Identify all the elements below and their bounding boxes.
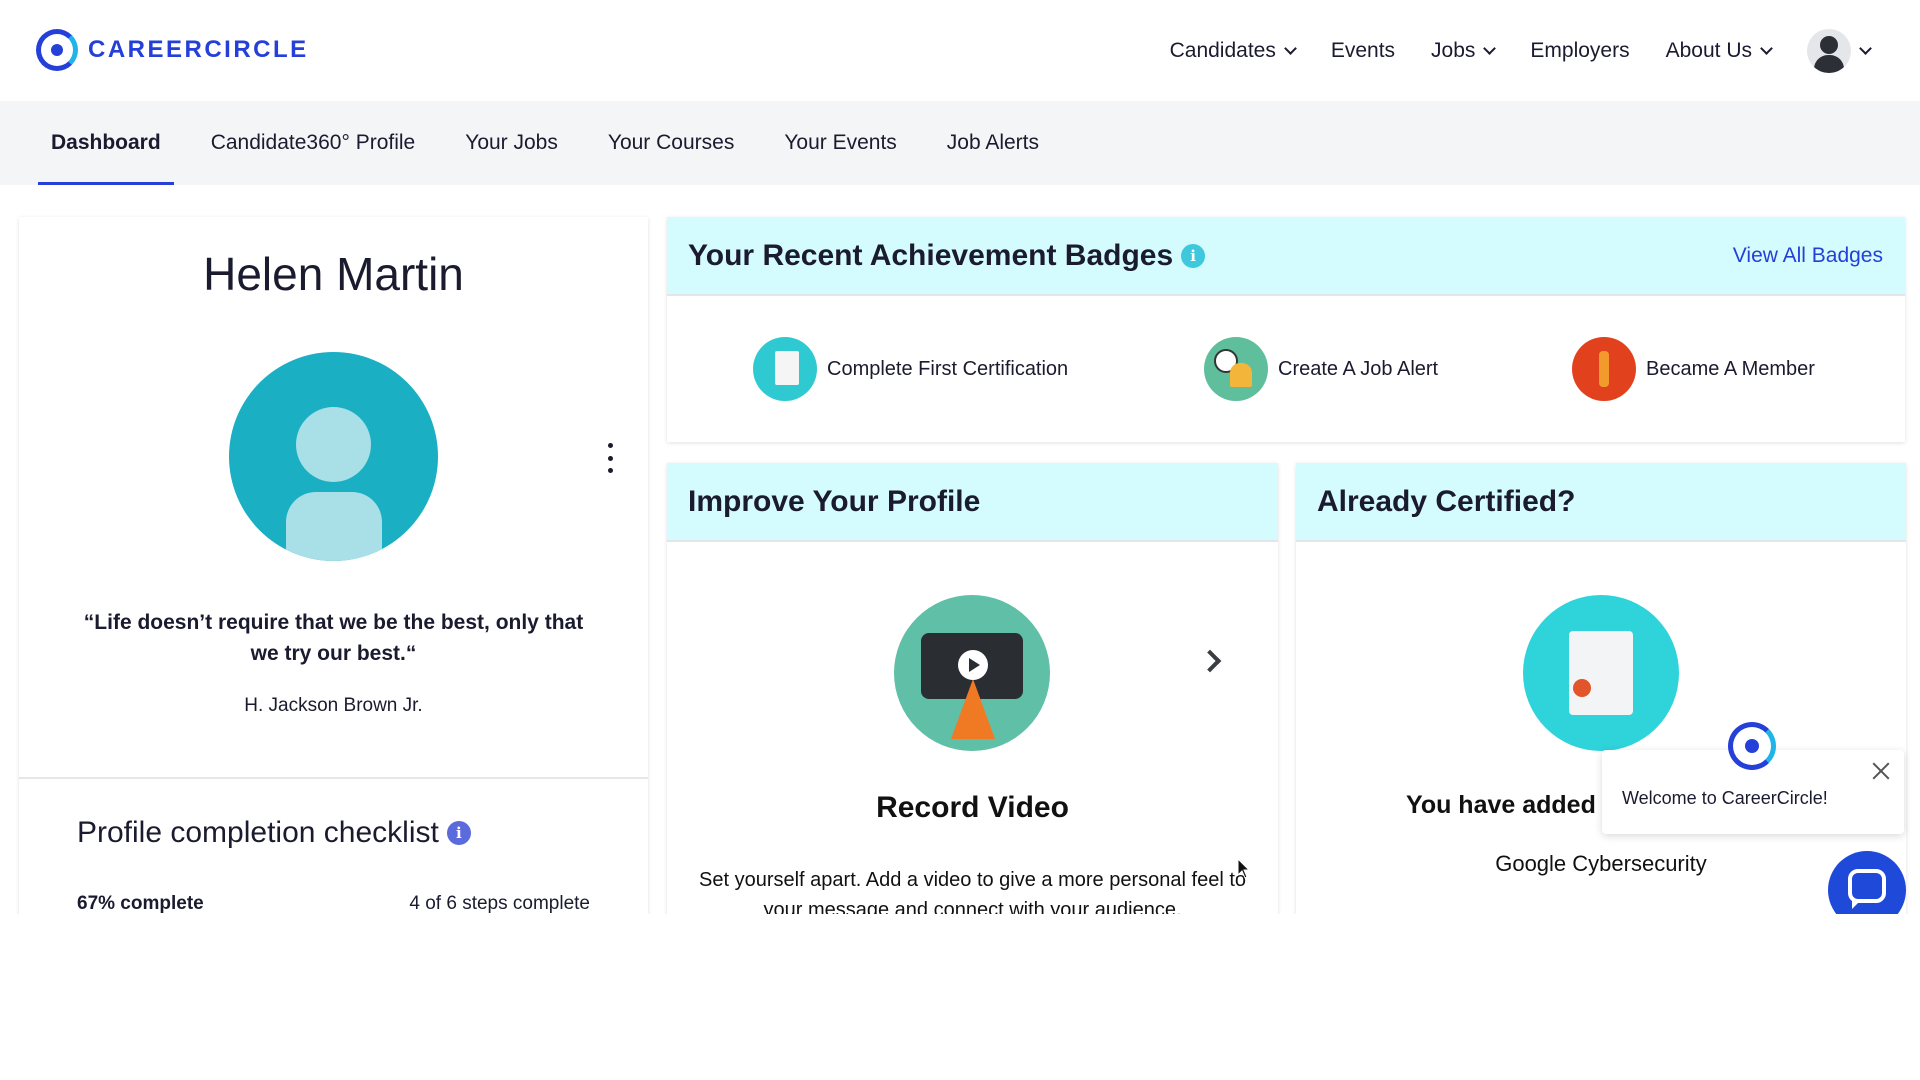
badges-card-header: Your Recent Achievement Badges i View Al…: [667, 217, 1905, 296]
nav-jobs-label: Jobs: [1431, 38, 1476, 62]
trophy-icon: [1572, 337, 1636, 401]
checklist-title-text: Profile completion checklist: [77, 816, 439, 849]
avatar-head-shape: [296, 407, 371, 482]
info-icon[interactable]: i: [1181, 243, 1206, 268]
certified-text: You have added: [1406, 791, 1596, 819]
badge-label: Create A Job Alert: [1278, 357, 1439, 380]
already-certified-card: Already Certified? You have added Google…: [1296, 463, 1906, 914]
view-all-badges-link[interactable]: View All Badges: [1733, 244, 1883, 268]
record-video-description: Set yourself apart. Add a video to give …: [699, 869, 1246, 914]
progress-steps-label: 4 of 6 steps complete: [409, 893, 590, 914]
brand-name: CAREERCIRCLE: [88, 36, 309, 63]
certificate-scroll-icon: [1523, 595, 1679, 751]
page-viewport: CAREERCIRCLE Candidates Events Jobs Empl…: [0, 0, 1920, 914]
nav-employers-label: Employers: [1530, 38, 1630, 62]
tab-your-events[interactable]: Your Events: [771, 101, 909, 185]
careercircle-logo-icon: [36, 29, 78, 71]
nav-candidates-label: Candidates: [1169, 38, 1276, 62]
badges-title: Your Recent Achievement Badges i: [688, 238, 1206, 273]
chat-bubble-tail: [1852, 899, 1862, 909]
record-video-title: Record Video: [876, 791, 1069, 824]
brand-logo[interactable]: CAREERCIRCLE: [36, 29, 309, 71]
nav-events-label: Events: [1330, 38, 1396, 62]
profile-avatar[interactable]: [229, 352, 438, 561]
main-nav: Candidates Events Jobs Employers About U…: [1170, 0, 1920, 101]
play-icon: [958, 650, 988, 680]
badge-label: Became A Member: [1646, 357, 1815, 380]
certificate-seal-shape: [1573, 679, 1591, 697]
chat-bubble-icon: [1848, 869, 1886, 903]
nav-about-us[interactable]: About Us: [1665, 38, 1773, 63]
badge-item[interactable]: Complete First Certification: [753, 337, 1068, 401]
cone-shape: [951, 679, 995, 739]
info-icon[interactable]: i: [446, 821, 471, 845]
site-header: CAREERCIRCLE Candidates Events Jobs Empl…: [0, 0, 1920, 101]
badge-label: Complete First Certification: [827, 357, 1069, 380]
certification-name: Google Cybersecurity: [1495, 851, 1707, 876]
badges-title-text: Your Recent Achievement Badges: [688, 238, 1174, 272]
kebab-dot: [607, 455, 613, 461]
tab-candidate360-profile[interactable]: Candidate360° Profile: [198, 101, 429, 185]
user-menu[interactable]: [1807, 28, 1872, 73]
certified-title: Already Certified?: [1317, 484, 1576, 518]
profile-quote: “Life doesn’t require that we be the bes…: [83, 611, 584, 665]
chevron-down-icon: [1483, 41, 1497, 55]
nav-jobs[interactable]: Jobs: [1431, 38, 1497, 63]
profile-card: Helen Martin “Life doesn’t require that …: [19, 217, 648, 914]
job-alert-bell-icon: [1204, 337, 1268, 401]
certificate-icon: [753, 337, 817, 401]
more-options-icon[interactable]: [605, 443, 615, 473]
chat-logo-icon: [1728, 722, 1776, 770]
chevron-down-icon: [1283, 41, 1297, 55]
close-icon[interactable]: [1870, 760, 1892, 782]
cursor-arrow-icon: [1237, 858, 1251, 879]
chat-welcome-message: Welcome to CareerCircle!: [1622, 788, 1828, 808]
checklist-title: Profile completion checklist i: [77, 816, 471, 850]
progress-percent-label: 67% complete: [77, 893, 204, 914]
certificate-paper-shape: [1569, 631, 1633, 715]
improve-card-header: Improve Your Profile: [667, 463, 1278, 542]
chevron-down-icon: [1760, 41, 1773, 55]
chevron-down-icon: [1859, 41, 1872, 55]
badge-item[interactable]: Became A Member: [1572, 337, 1815, 401]
improve-title: Improve Your Profile: [688, 484, 981, 518]
kebab-dot: [607, 443, 613, 448]
record-video-icon[interactable]: [894, 595, 1050, 751]
nav-about-us-label: About Us: [1665, 38, 1752, 62]
tab-your-courses[interactable]: Your Courses: [595, 101, 747, 185]
achievement-badges-card: Your Recent Achievement Badges i View Al…: [667, 217, 1905, 442]
blank-area: [0, 914, 1920, 1080]
user-avatar-icon: [1807, 28, 1851, 73]
kebab-dot: [607, 468, 613, 473]
nav-candidates[interactable]: Candidates: [1169, 38, 1297, 63]
certified-card-header: Already Certified?: [1296, 463, 1906, 542]
improve-profile-card: Improve Your Profile Record Video Set yo…: [667, 463, 1278, 914]
quote-author: H. Jackson Brown Jr.: [244, 695, 423, 716]
tab-job-alerts[interactable]: Job Alerts: [934, 101, 1052, 185]
chevron-right-icon[interactable]: [1198, 649, 1222, 673]
badge-item[interactable]: Create A Job Alert: [1204, 337, 1438, 401]
nav-events[interactable]: Events: [1331, 39, 1395, 63]
nav-employers[interactable]: Employers: [1530, 39, 1629, 63]
tab-your-jobs[interactable]: Your Jobs: [452, 101, 571, 185]
avatar-body-shape: [286, 492, 382, 561]
dashboard-subnav: Dashboard Candidate360° Profile Your Job…: [0, 101, 1920, 185]
tab-dashboard[interactable]: Dashboard: [38, 101, 174, 185]
profile-name: Helen Martin: [203, 248, 464, 300]
section-divider: [19, 777, 648, 779]
